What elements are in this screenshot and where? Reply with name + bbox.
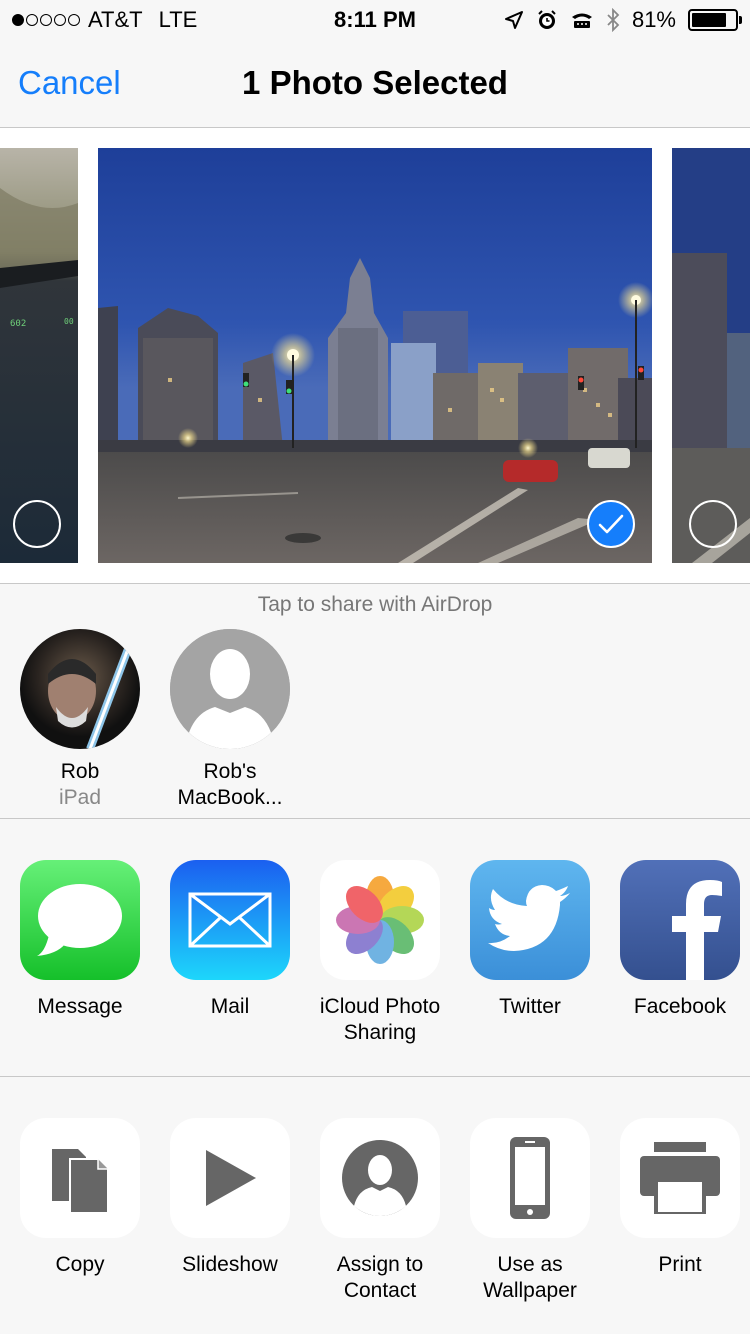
photo-select-toggle-next[interactable] [689, 500, 737, 548]
status-right: 81% [504, 7, 742, 33]
action-label: Assign to Contact [336, 1253, 424, 1302]
action-label: Copy [55, 1253, 105, 1276]
share-label: Message [37, 995, 123, 1018]
bluetooth-icon [607, 8, 620, 32]
contact-name: Rob [60, 760, 100, 783]
photo-thumbnail-selected[interactable] [98, 148, 652, 563]
battery-percent: 81% [631, 7, 676, 32]
airdrop-hint: Tap to share with AirDrop [257, 593, 493, 616]
photos-icon [320, 860, 440, 980]
default-avatar-icon [170, 629, 290, 749]
alarm-icon [538, 10, 556, 29]
share-label: iCloud Photo Sharing [319, 995, 441, 1044]
airdrop-contact[interactable]: Rob's MacBook... [155, 629, 305, 811]
status-bar: AT&T LTE 8:11 PM 81% [0, 0, 750, 40]
location-icon [504, 11, 523, 29]
battery-icon [688, 9, 742, 31]
battery-fill [692, 13, 727, 27]
share-facebook-button[interactable]: Facebook [605, 860, 750, 1020]
nav-bar: Cancel 1 Photo Selected [0, 40, 750, 128]
tty-icon [571, 13, 592, 28]
contact-icon [320, 1118, 440, 1238]
facebook-icon [620, 860, 740, 980]
airdrop-section: Tap to share with AirDrop Rob iPad Rob's… [0, 585, 750, 819]
action-print-button[interactable]: Print [605, 1118, 750, 1278]
action-assign-contact-button[interactable]: Assign to Contact [305, 1118, 455, 1304]
airdrop-contact[interactable]: Rob iPad [5, 629, 155, 811]
photo-select-toggle-previous[interactable] [13, 500, 61, 548]
contact-device: iPad [58, 786, 102, 809]
share-icloud-photo-button[interactable]: iCloud Photo Sharing [305, 860, 455, 1046]
svg-text:602: 602 [10, 319, 26, 329]
play-icon [170, 1118, 290, 1238]
action-wallpaper-button[interactable]: Use as Wallpaper [455, 1118, 605, 1304]
share-twitter-button[interactable]: Twitter [455, 860, 605, 1020]
action-copy-button[interactable]: Copy [5, 1118, 155, 1278]
photo-selected-check[interactable] [587, 500, 635, 548]
twitter-icon [470, 860, 590, 980]
action-label: Slideshow [182, 1253, 278, 1276]
action-label: Print [658, 1253, 702, 1276]
share-message-button[interactable]: Message [5, 860, 155, 1020]
photo-strip[interactable]: 602 00 [0, 128, 750, 584]
actions-row: Copy Slideshow Assign to Contact Use as … [0, 1078, 750, 1334]
share-label: Twitter [499, 995, 561, 1018]
share-label: Facebook [633, 995, 727, 1018]
page-title: 1 Photo Selected [242, 64, 508, 101]
contact-name: Rob's MacBook... [177, 760, 283, 809]
action-slideshow-button[interactable]: Slideshow [155, 1118, 305, 1278]
phone-icon [470, 1118, 590, 1238]
printer-icon [620, 1118, 740, 1238]
mail-icon [170, 860, 290, 980]
svg-text:00: 00 [64, 317, 74, 326]
copy-icon [20, 1118, 140, 1238]
share-apps-row: Message Mail iCloud Photo Sharing Twitte… [0, 820, 750, 1077]
message-icon [20, 860, 140, 980]
share-mail-button[interactable]: Mail [155, 860, 305, 1020]
action-label: Use as Wallpaper [483, 1253, 577, 1302]
share-label: Mail [210, 995, 250, 1018]
avatar [20, 629, 140, 749]
checkmark-icon [598, 514, 624, 534]
